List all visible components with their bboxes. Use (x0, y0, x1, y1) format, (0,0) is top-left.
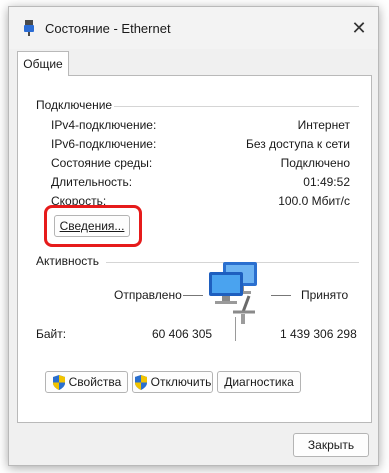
disable-button[interactable]: Отключить (132, 371, 213, 393)
ipv6-value: Без доступа к сети (246, 137, 350, 151)
activity-separator (235, 317, 236, 341)
duration-label: Длительность: (51, 175, 133, 189)
speed-value: 100.0 Мбит/с (278, 194, 350, 208)
general-panel: Подключение IPv4-подключение: Интернет I… (17, 75, 372, 423)
bytes-received-value: 1 439 306 298 (280, 327, 357, 341)
status-dialog: Состояние - Ethernet ✕ Общие Подключение… (8, 6, 379, 466)
uac-shield-icon (52, 374, 65, 390)
properties-button[interactable]: Свойства (45, 371, 128, 393)
media-state-value: Подключено (280, 156, 350, 170)
diagnose-button[interactable]: Диагностика (217, 371, 301, 393)
bytes-sent-value: 60 406 305 (152, 327, 213, 341)
properties-label: Свойства (68, 375, 122, 389)
diagnose-label: Диагностика (224, 375, 294, 389)
disable-label: Отключить (150, 375, 212, 389)
duration-value: 01:49:52 (303, 175, 350, 189)
activity-group-title: Активность (36, 254, 104, 268)
received-line (271, 295, 291, 296)
close-label: Закрыть (307, 438, 355, 452)
sent-label: Отправлено (114, 288, 182, 302)
close-button[interactable]: Закрыть (293, 433, 369, 457)
bytes-label: Байт: (36, 327, 67, 341)
uac-shield-icon (134, 374, 147, 390)
ipv4-label: IPv4-подключение: (51, 118, 157, 132)
ethernet-icon (24, 20, 34, 36)
divider (114, 106, 359, 107)
ipv6-label: IPv6-подключение: (51, 137, 157, 151)
sent-line (183, 295, 203, 296)
media-state-label: Состояние среды: (51, 156, 153, 170)
connection-group-title: Подключение (36, 98, 117, 112)
network-computers-icon (209, 262, 257, 324)
ipv4-value: Интернет (297, 118, 350, 132)
details-button-label: Сведения... (59, 219, 125, 233)
details-button[interactable]: Сведения... (54, 215, 130, 237)
window-title: Состояние - Ethernet (45, 21, 171, 36)
tab-general[interactable]: Общие (17, 51, 69, 76)
title-bar: Состояние - Ethernet ✕ (9, 7, 378, 49)
close-window-button[interactable]: ✕ (350, 19, 368, 37)
received-label: Принято (301, 288, 349, 302)
